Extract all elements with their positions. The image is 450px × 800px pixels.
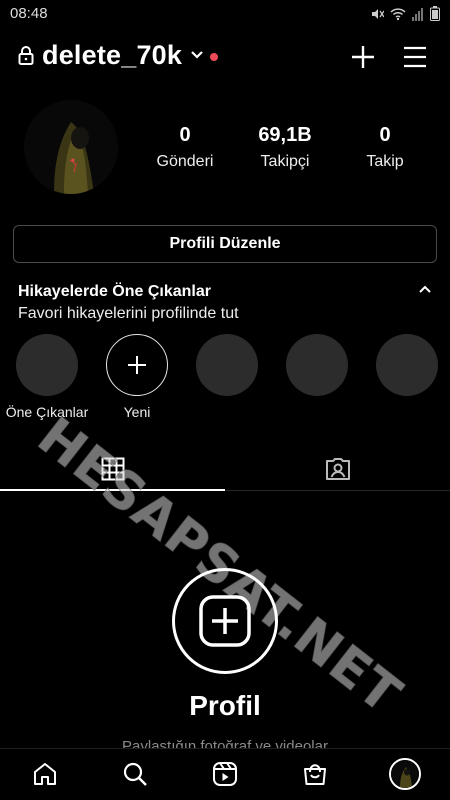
stat-value: 69,1B [258, 124, 312, 146]
tab-tagged[interactable] [225, 446, 450, 492]
highlights-title: Hikayelerde Öne Çıkanlar [18, 283, 211, 300]
nav-search[interactable] [120, 759, 150, 789]
battery-icon [430, 6, 440, 21]
highlight-placeholder [196, 334, 258, 396]
chevron-up-icon[interactable] [418, 284, 432, 296]
highlight-circle[interactable] [16, 334, 78, 396]
tab-divider [225, 490, 450, 491]
menu-icon[interactable] [403, 46, 427, 68]
create-post-button[interactable] [172, 568, 278, 674]
reels-icon [213, 762, 237, 786]
stat-posts[interactable]: 0 Gönderi [135, 124, 235, 171]
mute-icon [372, 8, 384, 19]
empty-state-title: Profil [189, 690, 261, 721]
highlight-label: Öne Çıkanlar [5, 404, 89, 420]
nav-reels[interactable] [210, 759, 240, 789]
grid-icon [101, 457, 124, 481]
nav-profile-avatar[interactable] [389, 758, 421, 790]
profile-avatar-image [391, 760, 419, 788]
profile-avatar[interactable] [24, 100, 118, 194]
bottom-navigation [0, 748, 450, 800]
chevron-down-icon[interactable] [190, 50, 204, 60]
stat-value: 0 [379, 124, 391, 146]
stat-label: Takip [366, 153, 404, 170]
signal-icon [412, 7, 423, 21]
status-bar: 08:48 [0, 0, 450, 28]
stat-followers[interactable]: 69,1B Takipçi [235, 124, 335, 171]
edit-profile-button[interactable]: Profili Düzenle [13, 225, 437, 263]
profile-tabs [0, 446, 450, 492]
username-switcher[interactable]: delete_70k [42, 40, 182, 71]
lock-icon [18, 46, 34, 65]
wifi-icon [390, 7, 406, 20]
plus-icon [128, 356, 146, 374]
stat-label: Takipçi [260, 153, 310, 170]
tagged-icon [325, 458, 350, 480]
notification-dot [210, 53, 218, 61]
create-icon[interactable] [350, 44, 376, 70]
status-time: 08:48 [10, 5, 48, 22]
stat-following[interactable]: 0 Takip [335, 124, 435, 171]
stat-label: Gönderi [156, 153, 214, 170]
active-tab-indicator [0, 489, 225, 491]
highlights-subtitle: Favori hikayelerini profilinde tut [18, 305, 239, 322]
stat-value: 0 [179, 124, 191, 146]
tab-posts-grid[interactable] [0, 446, 225, 492]
nav-shop[interactable] [300, 759, 330, 789]
nav-home[interactable] [30, 759, 60, 789]
highlight-label: Yeni [123, 404, 151, 420]
home-icon [34, 763, 56, 785]
shop-icon [304, 764, 326, 785]
search-icon [123, 762, 147, 786]
highlight-placeholder [376, 334, 438, 396]
add-post-icon [199, 595, 251, 647]
hooded-figure-image [24, 100, 118, 194]
highlight-placeholder [286, 334, 348, 396]
profile-header: delete_70k [0, 36, 450, 80]
status-icons [370, 6, 440, 21]
new-highlight-button[interactable] [106, 334, 168, 396]
